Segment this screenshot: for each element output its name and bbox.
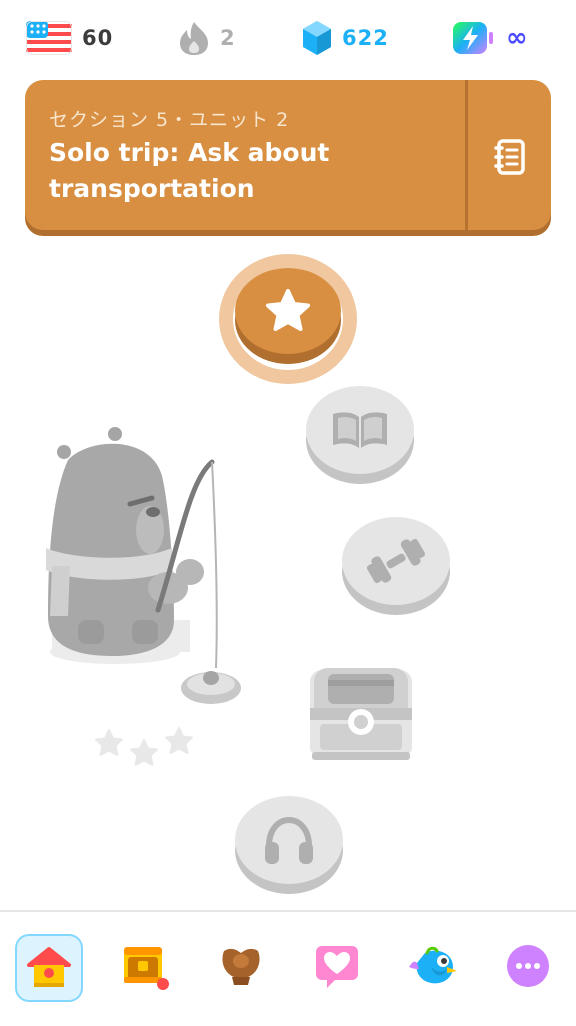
nav-quests[interactable] xyxy=(112,934,176,998)
notebook-icon[interactable] xyxy=(488,135,532,179)
shop-bird-icon xyxy=(409,946,457,984)
nav-home[interactable] xyxy=(15,934,83,1002)
unit-banner-subtitle: セクション 5・ユニット 2 xyxy=(49,109,290,131)
listening-node[interactable] xyxy=(235,796,343,894)
treasure-chest[interactable] xyxy=(306,664,416,762)
lesson-node-book[interactable] xyxy=(306,386,414,484)
star-icon xyxy=(130,739,158,766)
nav-practice[interactable] xyxy=(305,934,369,998)
gem-icon xyxy=(303,21,331,55)
streak-stat-value: 2 xyxy=(220,26,236,50)
book-icon xyxy=(333,412,387,448)
home-icon xyxy=(27,947,71,987)
headphones-icon xyxy=(265,816,313,864)
flame-icon xyxy=(180,22,208,55)
gems-stat[interactable]: 622 xyxy=(302,18,389,58)
lesson-node-current[interactable] xyxy=(219,254,357,384)
bottom-nav xyxy=(0,910,576,1026)
language-stat[interactable]: 60 xyxy=(26,18,113,58)
banner-divider xyxy=(465,80,468,230)
stats-bar: 60 2 622 ∞ xyxy=(0,0,576,78)
language-stat-value: 60 xyxy=(82,26,114,50)
energy-stat[interactable]: ∞ xyxy=(452,18,529,58)
bear-fishing-illustration xyxy=(46,427,241,704)
treasure-chest-icon xyxy=(310,668,412,760)
heart-practice-icon xyxy=(316,946,358,988)
energy-battery-icon xyxy=(453,22,493,54)
nav-more[interactable] xyxy=(496,934,560,998)
leaderboard-shield-icon xyxy=(222,948,260,985)
dumbbell-icon xyxy=(366,538,426,584)
gems-stat-value: 622 xyxy=(342,26,389,50)
unit-banner-title: Solo trip: Ask about transportation xyxy=(49,138,330,203)
star-icon xyxy=(266,289,310,331)
unit-stars xyxy=(94,726,198,768)
star-icon xyxy=(95,729,123,756)
practice-node[interactable] xyxy=(342,517,450,615)
streak-stat[interactable]: 2 xyxy=(178,18,236,58)
us-flag-icon xyxy=(26,21,72,55)
energy-stat-value: ∞ xyxy=(506,23,529,53)
star-icon xyxy=(165,727,193,754)
nav-shop[interactable] xyxy=(401,934,465,998)
quests-chest-icon xyxy=(124,947,169,990)
more-icon xyxy=(507,945,549,987)
nav-leaderboard[interactable] xyxy=(209,934,273,998)
unit-banner[interactable]: セクション 5・ユニット 2 Solo trip: Ask about tran… xyxy=(25,80,551,230)
